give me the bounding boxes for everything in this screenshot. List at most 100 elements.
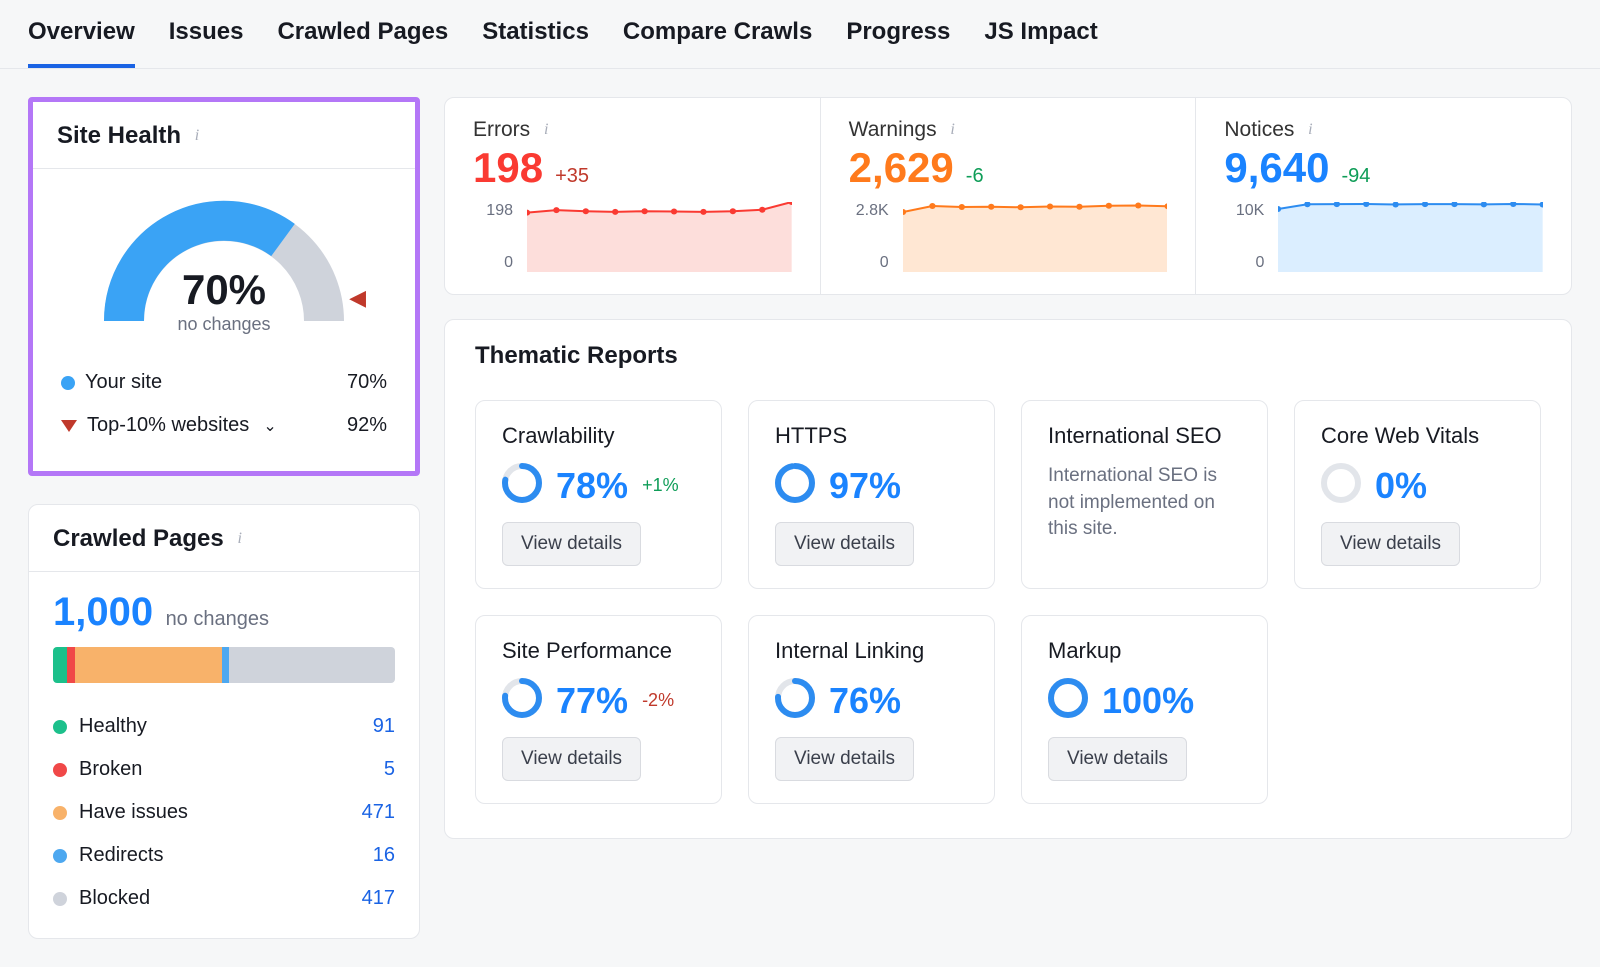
triangle-down-icon xyxy=(61,420,77,432)
info-icon[interactable]: i xyxy=(232,531,248,547)
tab-compare-crawls[interactable]: Compare Crawls xyxy=(623,18,812,68)
notices-ybot: 0 xyxy=(1224,254,1264,272)
crawled-list-item[interactable]: Broken 5 xyxy=(53,748,395,791)
site-health-highlight: Site Health i 70% no changes xyxy=(28,97,420,476)
tab-js-impact[interactable]: JS Impact xyxy=(984,18,1097,68)
tab-progress[interactable]: Progress xyxy=(846,18,950,68)
donut-icon xyxy=(775,463,815,508)
legend-top10[interactable]: Top-10% websites ⌄ 92% xyxy=(61,404,387,447)
tab-statistics[interactable]: Statistics xyxy=(482,18,589,68)
errors-ybot: 0 xyxy=(473,254,513,272)
bar-segment[interactable] xyxy=(53,647,67,683)
crawled-list-item[interactable]: Blocked417 xyxy=(53,877,395,920)
report-delta: -2% xyxy=(642,690,674,711)
view-details-button[interactable]: View details xyxy=(1048,737,1187,781)
donut-icon xyxy=(1321,463,1361,508)
crawled-item-label: Have issues xyxy=(79,801,188,824)
report-card: HTTPS97%View details xyxy=(748,400,995,589)
report-percent: 78% xyxy=(556,465,628,507)
warnings-spark xyxy=(903,202,1168,272)
report-percent: 97% xyxy=(829,465,901,507)
view-details-button[interactable]: View details xyxy=(502,737,641,781)
report-percent: 77% xyxy=(556,680,628,722)
donut-icon xyxy=(1048,678,1088,723)
notices-title: Notices xyxy=(1224,118,1294,142)
errors-value: 198 xyxy=(473,144,543,192)
crawled-pages-title: Crawled Pages xyxy=(53,525,224,553)
site-health-gauge: 70% no changes ◀ xyxy=(33,169,415,351)
warnings-ybot: 0 xyxy=(849,254,889,272)
bar-segment[interactable] xyxy=(222,647,230,683)
tab-crawled-pages[interactable]: Crawled Pages xyxy=(277,18,448,68)
gauge-percent: 70% xyxy=(94,266,354,314)
summary-card: Errorsi 198+35 1980 Warningsi 2,629-6 2.… xyxy=(444,97,1572,295)
donut-icon xyxy=(775,678,815,723)
report-title: Internal Linking xyxy=(775,638,968,664)
view-details-button[interactable]: View details xyxy=(1321,522,1460,566)
crawled-list-item[interactable]: Healthy91 xyxy=(53,705,395,748)
bar-segment[interactable] xyxy=(229,647,395,683)
dot-icon xyxy=(53,892,67,906)
view-details-button[interactable]: View details xyxy=(775,737,914,781)
summary-errors[interactable]: Errorsi 198 +35 198 0 xyxy=(445,98,820,294)
top10-value: 92% xyxy=(347,414,387,437)
report-percent: 76% xyxy=(829,680,901,722)
notices-spark xyxy=(1278,202,1543,272)
report-card: International SEO International SEO is no… xyxy=(1021,400,1268,589)
errors-ytop: 198 xyxy=(473,202,513,220)
bar-segment[interactable] xyxy=(75,647,222,683)
bar-segment[interactable] xyxy=(67,647,75,683)
top10-label: Top-10% websites xyxy=(87,414,249,437)
crawled-list-item[interactable]: Redirects 16 xyxy=(53,834,395,877)
crawled-item-label: Redirects xyxy=(79,844,163,867)
report-title: Site Performance xyxy=(502,638,695,664)
donut-icon xyxy=(502,678,542,723)
report-title: International SEO xyxy=(1048,423,1241,449)
crawled-item-value: 16 xyxy=(373,844,395,867)
report-title: Markup xyxy=(1048,638,1241,664)
crawled-item-value: 417 xyxy=(362,887,395,910)
crawled-item-value: 91 xyxy=(373,715,395,738)
info-icon[interactable]: i xyxy=(945,122,961,138)
info-icon[interactable]: i xyxy=(538,122,554,138)
notices-delta: -94 xyxy=(1341,165,1370,188)
dot-icon xyxy=(53,806,67,820)
site-health-header: Site Health i xyxy=(33,102,415,169)
errors-delta: +35 xyxy=(555,165,589,188)
view-details-button[interactable]: View details xyxy=(502,522,641,566)
tab-overview[interactable]: Overview xyxy=(28,18,135,68)
crawled-item-label: Broken xyxy=(79,758,142,781)
summary-warnings[interactable]: Warningsi 2,629-6 2.8K0 xyxy=(820,98,1196,294)
view-details-button[interactable]: View details xyxy=(775,522,914,566)
report-title: Core Web Vitals xyxy=(1321,423,1514,449)
warnings-delta: -6 xyxy=(966,165,984,188)
dot-icon xyxy=(53,720,67,734)
report-card: Markup100%View details xyxy=(1021,615,1268,804)
tab-issues[interactable]: Issues xyxy=(169,18,244,68)
summary-notices[interactable]: Noticesi 9,640-94 10K0 xyxy=(1195,98,1571,294)
dot-icon xyxy=(53,849,67,863)
legend-your-site: Your site 70% xyxy=(61,361,387,404)
gauge-sub: no changes xyxy=(94,314,354,335)
errors-title: Errors xyxy=(473,118,530,142)
report-message: International SEO is not implemented on … xyxy=(1048,463,1241,543)
report-percent: 0% xyxy=(1375,465,1427,507)
report-card: Crawlability78%+1%View details xyxy=(475,400,722,589)
donut-icon xyxy=(502,463,542,508)
crawled-pages-count[interactable]: 1,000 xyxy=(53,590,153,635)
your-site-value: 70% xyxy=(347,371,387,394)
crawled-list-item[interactable]: Have issues 471 xyxy=(53,791,395,834)
warnings-ytop: 2.8K xyxy=(849,202,889,220)
chevron-down-icon: ⌄ xyxy=(263,416,276,436)
crawled-item-value: 471 xyxy=(362,801,395,824)
info-icon[interactable]: i xyxy=(189,128,205,144)
info-icon[interactable]: i xyxy=(1302,122,1318,138)
site-health-title: Site Health xyxy=(57,122,181,150)
your-site-label: Your site xyxy=(85,371,162,394)
crawled-pages-card: Crawled Pages i 1,000 no changes Healthy… xyxy=(28,504,420,939)
report-card: Internal Linking 76% View details xyxy=(748,615,995,804)
crawled-item-value: 5 xyxy=(384,758,395,781)
thematic-reports-card: Thematic Reports Crawlability78%+1%View … xyxy=(444,319,1572,839)
dot-icon xyxy=(61,376,75,390)
errors-spark xyxy=(527,202,792,272)
